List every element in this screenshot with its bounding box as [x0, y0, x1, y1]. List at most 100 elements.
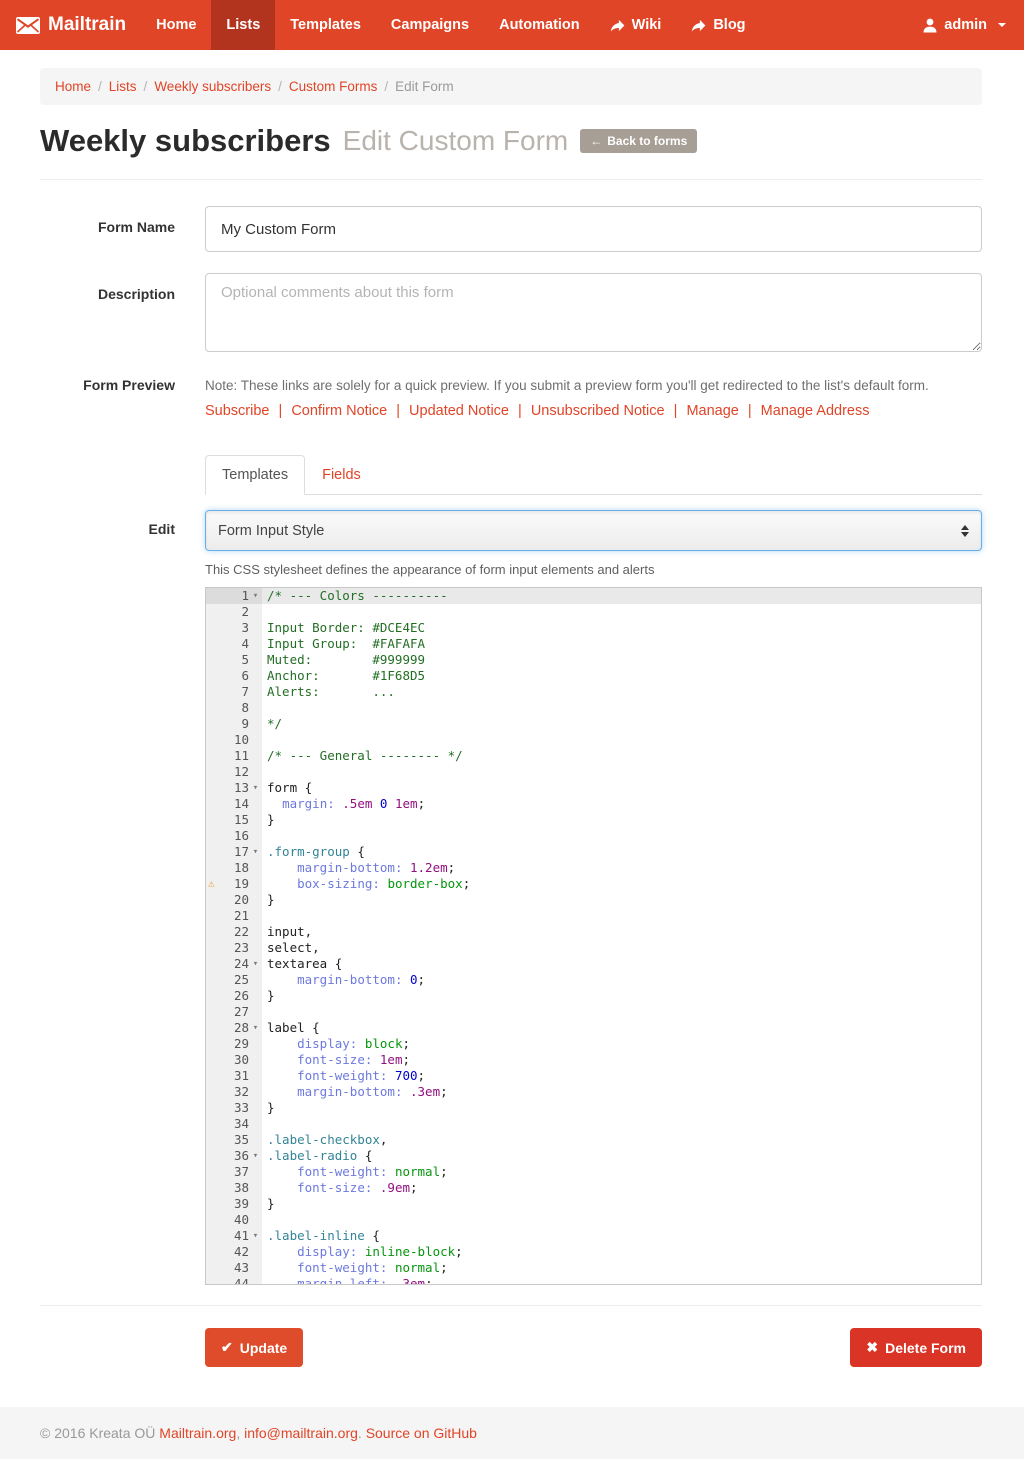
- nav-item-templates[interactable]: Templates: [275, 0, 376, 50]
- preview-link-confirm-notice[interactable]: Confirm Notice: [291, 403, 387, 419]
- form-preview-row: Form Preview Note: These links are solel…: [40, 376, 982, 510]
- brand-link[interactable]: Mailtrain: [0, 0, 141, 50]
- editor-line: 43 font-weight: normal;: [206, 1260, 981, 1276]
- line-number: 9: [241, 716, 249, 732]
- delete-form-button[interactable]: ✖ Delete Form: [850, 1328, 982, 1367]
- line-gutter: 36▾: [206, 1148, 262, 1164]
- page-subtitle: Edit Custom Form: [343, 125, 569, 157]
- share-arrow-icon: [610, 19, 625, 32]
- code-text: Alerts: ...: [262, 684, 981, 700]
- footer-link-github[interactable]: Source on GitHub: [366, 1425, 477, 1441]
- code-text: Anchor: #1F68D5: [262, 668, 981, 684]
- fold-arrow-icon[interactable]: ▾: [249, 1148, 262, 1164]
- editor-line: 24▾textarea {: [206, 956, 981, 972]
- tab-fields[interactable]: Fields: [305, 455, 378, 495]
- description-textarea[interactable]: [205, 273, 982, 352]
- nav-item-wiki[interactable]: Wiki: [595, 0, 677, 50]
- preview-link-subscribe[interactable]: Subscribe: [205, 403, 269, 419]
- nav-item-label: Campaigns: [391, 17, 469, 33]
- line-number: 2: [241, 604, 249, 620]
- line-gutter: 1▾: [206, 588, 262, 604]
- breadcrumb-link-custom-forms[interactable]: Custom Forms: [289, 79, 378, 94]
- editor-line: 31 font-weight: 700;: [206, 1068, 981, 1084]
- preview-link-manage[interactable]: Manage: [686, 403, 738, 419]
- line-number: 17: [234, 844, 249, 860]
- fold-arrow-icon[interactable]: ▾: [249, 956, 262, 972]
- code-text: font-size: 1em;: [262, 1052, 981, 1068]
- line-number: 28: [234, 1020, 249, 1036]
- fold-arrow-icon[interactable]: ▾: [249, 780, 262, 796]
- fold-arrow-icon[interactable]: ▾: [249, 844, 262, 860]
- code-text: [262, 1116, 981, 1132]
- line-gutter: 31: [206, 1068, 262, 1084]
- code-text: }: [262, 892, 981, 908]
- code-text: [262, 732, 981, 748]
- line-number: 44: [234, 1276, 249, 1285]
- edit-row: Edit Form Input Style This CSS styleshee…: [40, 510, 982, 1285]
- line-gutter: 9: [206, 716, 262, 732]
- editor-line: 4Input Group: #FAFAFA: [206, 636, 981, 652]
- line-number: 33: [234, 1100, 249, 1116]
- breadcrumb-link-lists[interactable]: Lists: [109, 79, 137, 94]
- editor-line: 30 font-size: 1em;: [206, 1052, 981, 1068]
- code-text: [262, 604, 981, 620]
- code-text: .form-group {: [262, 844, 981, 860]
- footer-link-email[interactable]: info@mailtrain.org: [244, 1425, 358, 1441]
- template-select[interactable]: Form Input Style: [205, 510, 982, 551]
- editor-line: 10: [206, 732, 981, 748]
- fold-arrow-icon[interactable]: ▾: [249, 1228, 262, 1244]
- share-arrow-icon: [691, 19, 706, 32]
- line-gutter: 15: [206, 812, 262, 828]
- fold-arrow-icon[interactable]: ▾: [249, 1020, 262, 1036]
- editor-line: 22input,: [206, 924, 981, 940]
- line-number: 41: [234, 1228, 249, 1244]
- preview-link-updated-notice[interactable]: Updated Notice: [409, 403, 509, 419]
- template-select-value: Form Input Style: [218, 523, 961, 539]
- editor-line: 16: [206, 828, 981, 844]
- breadcrumb-link-home[interactable]: Home: [55, 79, 91, 94]
- line-number: 25: [234, 972, 249, 988]
- editor-line: 1▾/* --- Colors ----------: [206, 588, 981, 604]
- nav-item-lists[interactable]: Lists: [211, 0, 275, 50]
- line-gutter: 39: [206, 1196, 262, 1212]
- code-text: */: [262, 716, 981, 732]
- fold-arrow-icon[interactable]: ▾: [249, 588, 262, 604]
- nav-item-blog[interactable]: Blog: [676, 0, 760, 50]
- preview-link-manage-address[interactable]: Manage Address: [761, 403, 870, 419]
- tab-templates[interactable]: Templates: [205, 455, 305, 495]
- preview-note: Note: These links are solely for a quick…: [205, 376, 982, 393]
- line-number: 32: [234, 1084, 249, 1100]
- nav-item-home[interactable]: Home: [141, 0, 211, 50]
- editor-line: 34: [206, 1116, 981, 1132]
- breadcrumb-separator: /: [271, 79, 289, 94]
- code-text: [262, 908, 981, 924]
- line-gutter: 13▾: [206, 780, 262, 796]
- css-code-editor[interactable]: 1▾/* --- Colors ----------23Input Border…: [205, 587, 982, 1285]
- line-number: 23: [234, 940, 249, 956]
- line-number: 24: [234, 956, 249, 972]
- breadcrumb-separator: /: [91, 79, 109, 94]
- form-name-input[interactable]: [205, 206, 982, 252]
- nav-item-automation[interactable]: Automation: [484, 0, 595, 50]
- line-number: 3: [241, 620, 249, 636]
- user-menu[interactable]: admin: [905, 0, 1024, 50]
- editor-line: 3Input Border: #DCE4EC: [206, 620, 981, 636]
- nav-item-campaigns[interactable]: Campaigns: [376, 0, 484, 50]
- code-text: .label-radio {: [262, 1148, 981, 1164]
- line-gutter: 18: [206, 860, 262, 876]
- editor-line: 6Anchor: #1F68D5: [206, 668, 981, 684]
- line-number: 30: [234, 1052, 249, 1068]
- breadcrumb-link-weekly-subscribers[interactable]: Weekly subscribers: [154, 79, 271, 94]
- line-gutter: 6: [206, 668, 262, 684]
- back-to-forms-button[interactable]: ← Back to forms: [580, 129, 697, 153]
- footer-link-mailtrain[interactable]: Mailtrain.org: [159, 1425, 236, 1441]
- caret-down-icon: [998, 23, 1006, 27]
- line-gutter: 35: [206, 1132, 262, 1148]
- editor-line: 35.label-checkbox,: [206, 1132, 981, 1148]
- nav-item-label: Templates: [290, 17, 361, 33]
- update-button[interactable]: ✔ Update: [205, 1328, 303, 1367]
- page-title-text: Weekly subscribers: [40, 123, 331, 159]
- line-number: 31: [234, 1068, 249, 1084]
- preview-link-unsubscribed-notice[interactable]: Unsubscribed Notice: [531, 403, 665, 419]
- editor-line: 26}: [206, 988, 981, 1004]
